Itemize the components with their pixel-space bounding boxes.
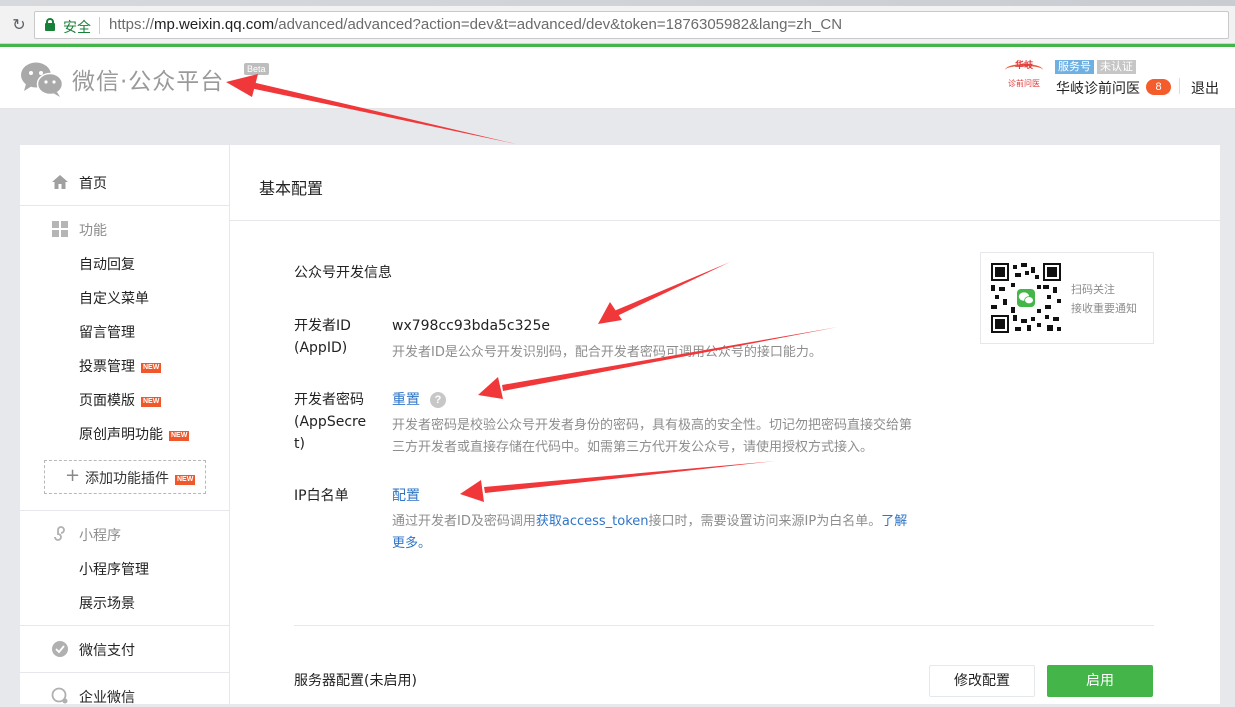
sidebar-item-custom-menu[interactable]: 自定义菜单 xyxy=(79,288,149,308)
unverified-tag: 未认证 xyxy=(1097,60,1136,74)
plus-icon: + xyxy=(65,465,81,486)
access-token-link[interactable]: 获取access_token xyxy=(536,514,649,529)
sidebar-item-display-scene[interactable]: 展示场景 xyxy=(79,593,135,613)
ip-whitelist-config-link[interactable]: 配置 xyxy=(392,488,420,504)
account-name[interactable]: 华岐诊前问医 xyxy=(1056,78,1140,98)
appid-value[interactable]: wx798cc93bda5c325e xyxy=(392,315,550,337)
new-badge: NEW xyxy=(141,363,162,373)
main-panel: 基本配置 公众号开发信息 开发者ID (AppID) wx798cc93bda5c… xyxy=(230,145,1220,704)
wechat-logo-icon[interactable] xyxy=(20,61,64,97)
qr-caption: 扫码关注 接收重要通知 xyxy=(1071,283,1137,315)
miniprogram-icon xyxy=(54,526,65,541)
appsecret-description: 开发者密码是校验公众号开发者身份的密码，具有极高的安全性。切记勿把密码直接交给第… xyxy=(392,418,913,455)
server-config-title: 服务器配置(未启用) xyxy=(294,673,417,689)
address-bar[interactable]: 安全 https://mp.weixin.qq.com/advanced/adv… xyxy=(34,11,1229,39)
appid-description: 开发者ID是公众号开发识别码，配合开发者密码可调用公众号的接口能力。 xyxy=(392,345,822,360)
page-title: 基本配置 xyxy=(259,179,324,198)
appsecret-label: 开发者密码 (AppSecre t) xyxy=(294,392,367,452)
add-plugin-button[interactable]: + 添加功能插件 NEW xyxy=(44,460,206,494)
lock-icon xyxy=(45,18,55,31)
sidebar: 首页 功能 自动回复 自定义菜单 留言管理 投票管理 NEW 页面模版 NEW 原创… xyxy=(20,145,230,706)
logout-link[interactable]: 退出 xyxy=(1191,78,1219,98)
service-account-tag: 服务号 xyxy=(1055,60,1094,74)
modify-config-button[interactable]: 修改配置 xyxy=(929,665,1035,697)
secure-label: 安全 xyxy=(63,19,91,35)
ip-whitelist-label: IP白名单 xyxy=(294,488,349,504)
qr-code xyxy=(991,263,1061,333)
browser-toolbar: ↻ 安全 https://mp.weixin.qq.com/advanced/a… xyxy=(0,6,1235,44)
wecom-icon xyxy=(51,687,68,704)
help-icon[interactable]: ? xyxy=(430,392,446,408)
section-title-dev-info: 公众号开发信息 xyxy=(294,265,392,281)
notification-badge[interactable]: 8 xyxy=(1146,79,1171,95)
url-text[interactable]: https://mp.weixin.qq.com/advanced/advanc… xyxy=(109,16,842,33)
beta-badge: Beta xyxy=(244,63,269,75)
wechat-pay-icon xyxy=(52,641,68,657)
home-icon xyxy=(52,175,68,189)
enable-button[interactable]: 启用 xyxy=(1047,665,1153,697)
sidebar-item-auto-reply[interactable]: 自动回复 xyxy=(79,254,135,274)
sidebar-item-original-declaration[interactable]: 原创声明功能 NEW xyxy=(79,424,190,444)
reload-icon[interactable]: ↻ xyxy=(10,16,28,34)
brand-title[interactable]: 微信·公众平台 xyxy=(72,62,224,96)
sidebar-item-page-template[interactable]: 页面模版 NEW xyxy=(79,390,162,410)
appid-label: 开发者ID (AppID) xyxy=(294,318,351,356)
grid-icon xyxy=(52,221,68,237)
qr-follow-card: 扫码关注 接收重要通知 xyxy=(980,252,1154,344)
appsecret-actions: 重置? xyxy=(392,389,446,411)
top-header: 微信·公众平台 Beta 华岐 诊前问医 服务号 未认证 华岐诊前问医 8 退出 xyxy=(0,47,1235,109)
sidebar-item-vote-manage[interactable]: 投票管理 NEW xyxy=(79,356,162,376)
new-badge: NEW xyxy=(141,397,162,407)
ip-whitelist-description: 通过开发者ID及密码调用获取access_token接口时，需要设置访问来源IP… xyxy=(392,514,908,551)
new-badge: NEW xyxy=(169,431,190,441)
sidebar-item-comment-manage[interactable]: 留言管理 xyxy=(79,322,135,342)
sidebar-item-miniprogram-manage[interactable]: 小程序管理 xyxy=(79,559,149,579)
account-avatar[interactable]: 华岐 诊前问医 xyxy=(1003,58,1045,90)
reset-secret-link[interactable]: 重置 xyxy=(392,392,420,408)
new-badge: NEW xyxy=(175,475,196,485)
